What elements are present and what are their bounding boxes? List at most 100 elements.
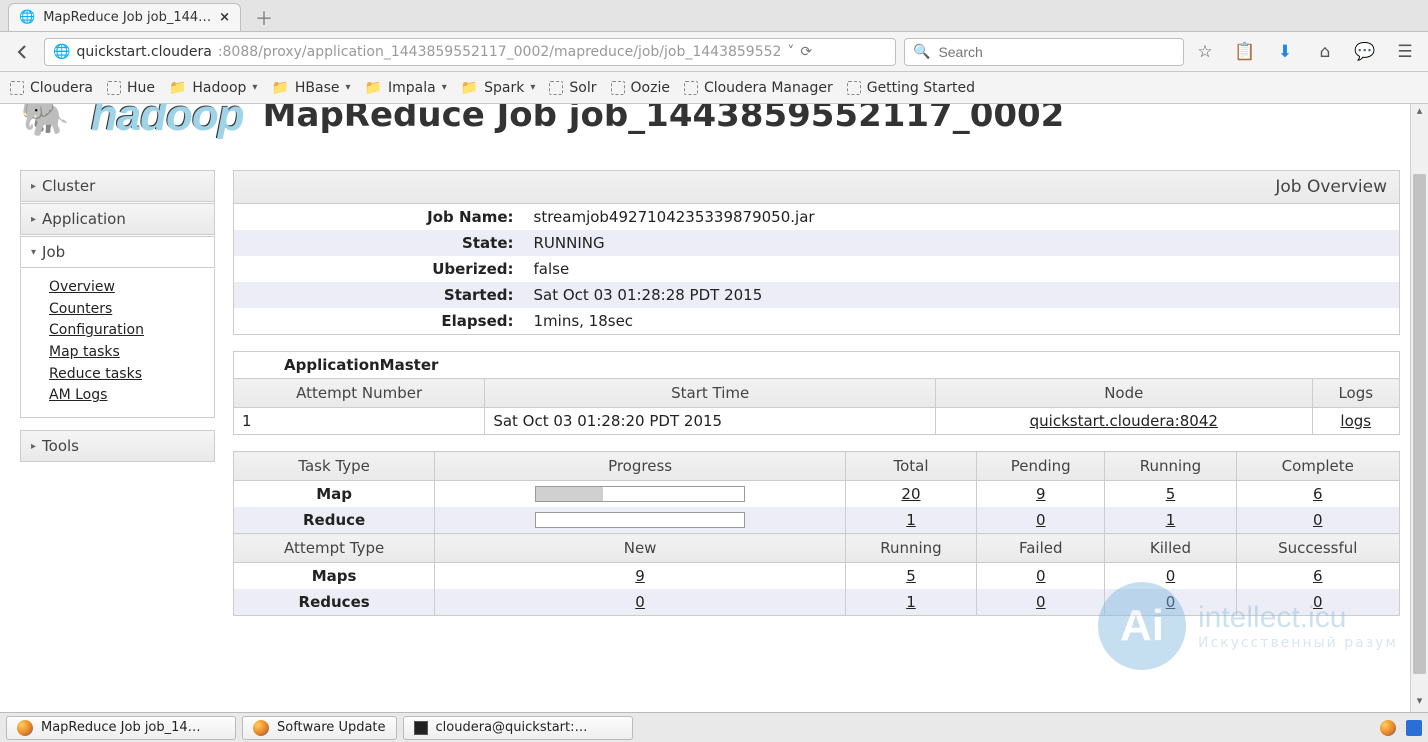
bm-hbase[interactable]: 📁HBase▾ xyxy=(271,80,350,96)
bm-getting-started[interactable]: Getting Started xyxy=(847,80,975,96)
sidebar-job-links: Overview Counters Configuration Map task… xyxy=(20,269,215,418)
map-progress-bar xyxy=(535,486,745,502)
map-total-link[interactable]: 20 xyxy=(901,485,920,503)
reduce-progress-bar xyxy=(535,512,745,528)
link-overview[interactable]: Overview xyxy=(49,277,204,299)
kv-key: Started: xyxy=(234,282,524,308)
bm-solr[interactable]: Solr xyxy=(549,80,596,96)
am-start: Sat Oct 03 01:28:20 PDT 2015 xyxy=(485,408,936,435)
maps-running-link[interactable]: 5 xyxy=(906,567,916,585)
reduce-pending-link[interactable]: 0 xyxy=(1036,511,1046,529)
kv-key: Elapsed: xyxy=(234,308,524,335)
browser-tab-active[interactable]: 🌐 MapReduce Job job_144… × xyxy=(8,3,241,31)
th: Logs xyxy=(1312,379,1399,408)
search-box[interactable]: 🔍 xyxy=(904,38,1184,66)
bm-cloudera-manager[interactable]: Cloudera Manager xyxy=(684,80,833,96)
kv-val: Sat Oct 03 01:28:28 PDT 2015 xyxy=(524,282,1400,308)
maps-killed-link[interactable]: 0 xyxy=(1166,567,1176,585)
reduce-running-link[interactable]: 1 xyxy=(1166,511,1176,529)
sidebar-section-job[interactable]: ▾Job xyxy=(20,236,215,268)
scroll-up-icon[interactable]: ▴ xyxy=(1411,104,1428,122)
sidebar: ▸Cluster ▸Application ▾Job Overview Coun… xyxy=(20,170,215,616)
home-icon[interactable]: ⌂ xyxy=(1312,39,1338,65)
am-section-title: ApplicationMaster xyxy=(234,352,1400,379)
folder-icon: 📁 xyxy=(365,80,382,96)
tab-title: MapReduce Job job_144… xyxy=(43,10,211,25)
hadoop-elephant-icon: 🐘 xyxy=(20,104,70,139)
link-configuration[interactable]: Configuration xyxy=(49,320,204,342)
close-icon[interactable]: × xyxy=(219,10,230,25)
th: Successful xyxy=(1236,534,1399,563)
globe-icon: 🌐 xyxy=(19,10,35,25)
new-tab-button[interactable]: ＋ xyxy=(249,5,279,31)
page-title: MapReduce Job job_1443859552117_0002 xyxy=(263,104,1065,135)
th: Complete xyxy=(1236,452,1399,481)
dropdown-history-icon[interactable]: ˅ xyxy=(787,44,794,60)
bm-spark[interactable]: 📁Spark▾ xyxy=(461,80,536,96)
triangle-right-icon: ▸ xyxy=(31,181,36,192)
kv-val: RUNNING xyxy=(524,230,1400,256)
th: Failed xyxy=(977,534,1105,563)
map-pending-link[interactable]: 9 xyxy=(1036,485,1046,503)
th: Task Type xyxy=(234,452,435,481)
am-logs-link[interactable]: logs xyxy=(1340,412,1371,430)
link-counters[interactable]: Counters xyxy=(49,299,204,321)
reload-icon[interactable]: ⟳ xyxy=(800,44,812,60)
main-panel: Job Overview Job Name:streamjob492710423… xyxy=(233,170,1400,616)
bookmarks-toolbar: Cloudera Hue 📁Hadoop▾ 📁HBase▾ 📁Impala▾ 📁… xyxy=(0,72,1428,104)
map-running-link[interactable]: 5 xyxy=(1166,485,1176,503)
firefox-tray-icon[interactable] xyxy=(1380,720,1396,736)
scroll-down-icon[interactable]: ▾ xyxy=(1411,694,1428,712)
sidebar-section-application[interactable]: ▸Application xyxy=(20,203,215,235)
maps-successful-link[interactable]: 6 xyxy=(1313,567,1323,585)
reduce-total-link[interactable]: 1 xyxy=(906,511,916,529)
chevron-down-icon: ▾ xyxy=(346,82,351,93)
kv-key: Uberized: xyxy=(234,256,524,282)
bookmark-star-icon[interactable]: ☆ xyxy=(1192,39,1218,65)
bm-hue[interactable]: Hue xyxy=(107,80,155,96)
menu-icon[interactable]: ☰ xyxy=(1392,39,1418,65)
reduces-successful-link[interactable]: 0 xyxy=(1313,593,1323,611)
am-node-link[interactable]: quickstart.cloudera:8042 xyxy=(1030,412,1218,430)
reduces-new-link[interactable]: 0 xyxy=(635,593,645,611)
th: Pending xyxy=(977,452,1105,481)
clipboard-icon[interactable]: 📋 xyxy=(1232,39,1258,65)
url-path: :8088/proxy/application_1443859552117_00… xyxy=(218,44,782,60)
sidebar-section-tools[interactable]: ▸Tools xyxy=(20,430,215,462)
application-master-table: ApplicationMaster Attempt Number Start T… xyxy=(233,351,1400,435)
back-button[interactable] xyxy=(10,39,36,65)
chevron-down-icon: ▾ xyxy=(252,82,257,93)
taskbar-app-firefox[interactable]: MapReduce Job job_14… xyxy=(6,716,236,740)
bm-oozie[interactable]: Oozie xyxy=(611,80,670,96)
job-overview-heading: Job Overview xyxy=(233,170,1400,204)
bm-impala[interactable]: 📁Impala▾ xyxy=(365,80,447,96)
scroll-thumb[interactable] xyxy=(1413,174,1426,674)
map-complete-link[interactable]: 6 xyxy=(1313,485,1323,503)
th: Attempt Number xyxy=(234,379,485,408)
link-am-logs[interactable]: AM Logs xyxy=(49,385,204,407)
maps-new-link[interactable]: 9 xyxy=(635,567,645,585)
taskbar-app-terminal[interactable]: cloudera@quickstart:… xyxy=(403,716,633,740)
firefox-icon xyxy=(253,720,269,736)
link-reduce-tasks[interactable]: Reduce tasks xyxy=(49,364,204,386)
bm-cloudera[interactable]: Cloudera xyxy=(10,80,93,96)
chat-icon[interactable]: 💬 xyxy=(1352,39,1378,65)
bm-hadoop[interactable]: 📁Hadoop▾ xyxy=(169,80,257,96)
reduces-failed-link[interactable]: 0 xyxy=(1036,593,1046,611)
maps-failed-link[interactable]: 0 xyxy=(1036,567,1046,585)
task-summary-table: Task Type Progress Total Pending Running… xyxy=(233,451,1400,616)
kv-val: false xyxy=(524,256,1400,282)
tray-app-icon[interactable] xyxy=(1406,720,1422,736)
reduces-running-link[interactable]: 1 xyxy=(906,593,916,611)
downloads-icon[interactable]: ⬇ xyxy=(1272,39,1298,65)
chevron-down-icon: ▾ xyxy=(442,82,447,93)
link-map-tasks[interactable]: Map tasks xyxy=(49,342,204,364)
reduces-killed-link[interactable]: 0 xyxy=(1166,593,1176,611)
url-bar[interactable]: 🌐 quickstart.cloudera :8088/proxy/applic… xyxy=(44,38,896,66)
vertical-scrollbar[interactable]: ▴ ▾ xyxy=(1410,104,1428,712)
th: Killed xyxy=(1105,534,1236,563)
taskbar-app-updater[interactable]: Software Update xyxy=(242,716,397,740)
sidebar-section-cluster[interactable]: ▸Cluster xyxy=(20,170,215,202)
reduce-complete-link[interactable]: 0 xyxy=(1313,511,1323,529)
search-input[interactable] xyxy=(936,43,1175,61)
